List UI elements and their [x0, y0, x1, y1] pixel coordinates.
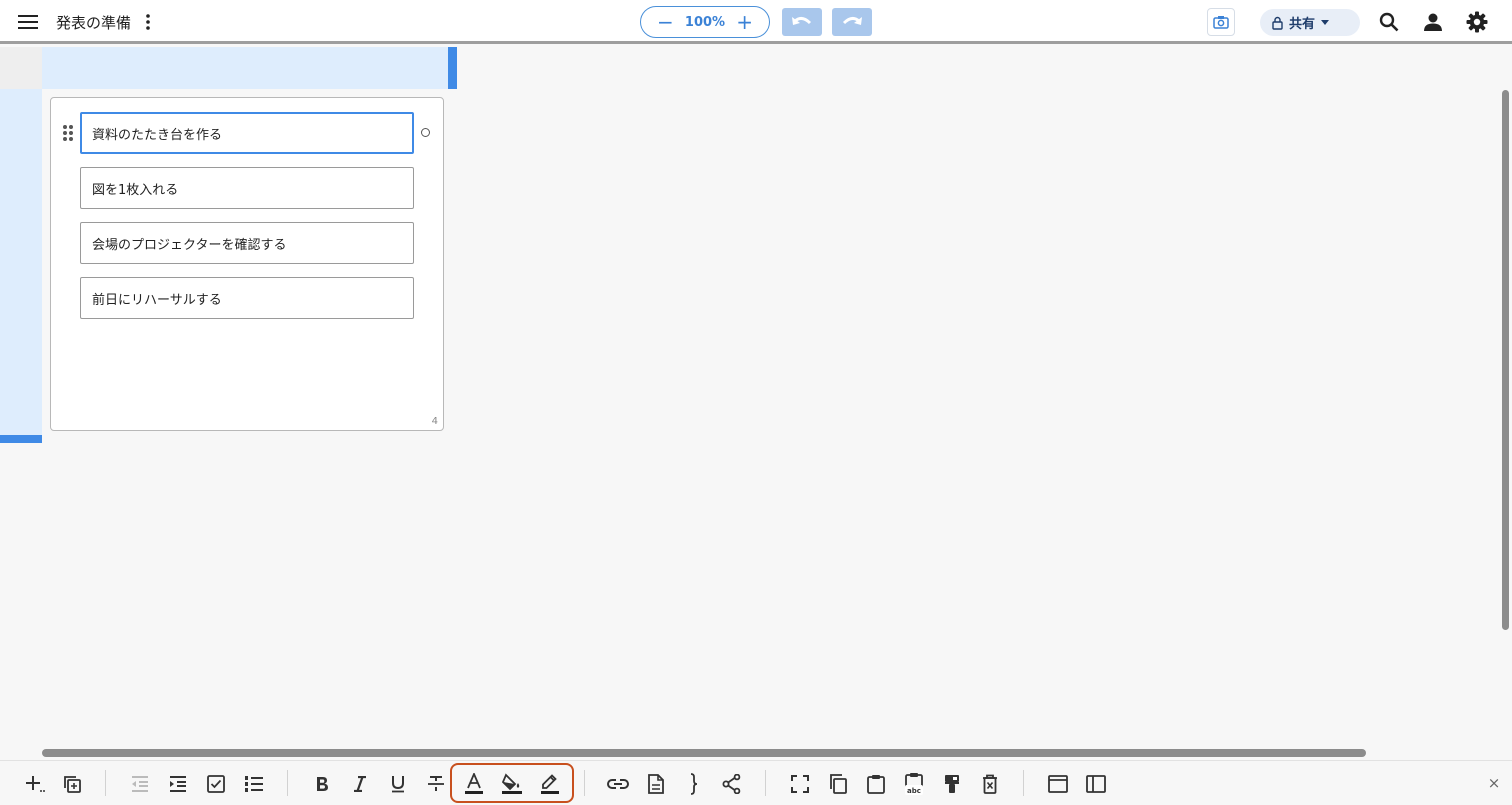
undo-button[interactable]: [782, 8, 822, 36]
canvas-area[interactable]: 資料のたたき台を作る 図を1枚入れる 会場のプロジェクターを確認する 前日にリハ…: [0, 47, 1500, 760]
bottom-toolbar: abc ×: [0, 760, 1512, 805]
connector-icon[interactable]: [719, 771, 745, 797]
toolbar-divider: [105, 770, 106, 796]
indent-icon[interactable]: [165, 771, 191, 797]
lock-icon: [1272, 16, 1283, 30]
snapshot-button[interactable]: [1207, 8, 1235, 36]
bold-icon[interactable]: [309, 771, 335, 797]
delete-icon[interactable]: [977, 771, 1003, 797]
bracket-icon[interactable]: [681, 771, 707, 797]
undo-icon: [792, 16, 812, 25]
sidebar-icon[interactable]: [1083, 771, 1109, 797]
column-resize-handle[interactable]: [448, 47, 457, 89]
settings-gear-icon[interactable]: [1464, 8, 1490, 36]
connector-point-icon[interactable]: [421, 128, 430, 137]
numbered-list-icon[interactable]: [241, 771, 267, 797]
format-painter-icon[interactable]: [939, 771, 965, 797]
outdent-icon[interactable]: [127, 771, 153, 797]
list-item[interactable]: 図を1枚入れる: [80, 167, 414, 209]
search-icon[interactable]: [1376, 8, 1402, 36]
checkbox-icon[interactable]: [203, 771, 229, 797]
share-button[interactable]: 共有: [1260, 9, 1360, 36]
list-item[interactable]: 資料のたたき台を作る: [80, 112, 414, 154]
drag-handle-icon[interactable]: [62, 124, 74, 142]
document-title[interactable]: 発表の準備: [56, 12, 131, 33]
fill-color-icon[interactable]: [499, 771, 525, 797]
underline-icon[interactable]: [385, 771, 411, 797]
text-color-icon[interactable]: [461, 771, 487, 797]
list-item[interactable]: 前日にリハーサルする: [80, 277, 414, 319]
toolbar-divider: [765, 770, 766, 796]
add-icon[interactable]: [22, 771, 48, 797]
zoom-control: − 100% +: [640, 6, 770, 38]
border-color-icon[interactable]: [537, 771, 563, 797]
toolbar-divider: [584, 770, 585, 796]
copy-icon[interactable]: [825, 771, 851, 797]
more-vert-icon[interactable]: [140, 10, 156, 34]
column-header-band[interactable]: [42, 47, 448, 89]
row-header-band[interactable]: [0, 89, 42, 435]
caret-down-icon: [1321, 20, 1330, 25]
duplicate-icon[interactable]: [59, 771, 85, 797]
top-bar: 発表の準備 − 100% + 共有: [0, 0, 1512, 44]
paste-as-text-icon[interactable]: abc: [901, 771, 927, 797]
fullscreen-icon[interactable]: [787, 771, 813, 797]
zoom-in-button[interactable]: +: [736, 12, 753, 32]
toolbar-divider: [287, 770, 288, 796]
share-label: 共有: [1289, 17, 1316, 32]
paste-icon[interactable]: [863, 771, 889, 797]
zoom-out-button[interactable]: −: [657, 12, 674, 32]
list-item[interactable]: 会場のプロジェクターを確認する: [80, 222, 414, 264]
camera-icon: [1213, 16, 1229, 29]
strikethrough-icon[interactable]: [423, 771, 449, 797]
row-resize-handle[interactable]: [0, 435, 42, 443]
italic-icon[interactable]: [347, 771, 373, 797]
redo-icon: [842, 16, 862, 25]
window-icon[interactable]: [1045, 771, 1071, 797]
menu-icon[interactable]: [14, 8, 42, 36]
horizontal-scrollbar[interactable]: [42, 749, 1366, 757]
task-card[interactable]: 資料のたたき台を作る 図を1枚入れる 会場のプロジェクターを確認する 前日にリハ…: [50, 97, 444, 431]
vertical-scrollbar[interactable]: [1502, 90, 1509, 630]
item-count: 4: [431, 416, 438, 427]
zoom-level: 100%: [684, 14, 726, 30]
svg-text:abc: abc: [907, 787, 921, 795]
account-icon[interactable]: [1420, 8, 1446, 36]
corner-gutter: [0, 47, 42, 89]
note-icon[interactable]: [643, 771, 669, 797]
redo-button[interactable]: [832, 8, 872, 36]
toolbar-divider: [1023, 770, 1024, 796]
close-toolbar-icon[interactable]: ×: [1486, 774, 1502, 792]
link-icon[interactable]: [605, 771, 631, 797]
